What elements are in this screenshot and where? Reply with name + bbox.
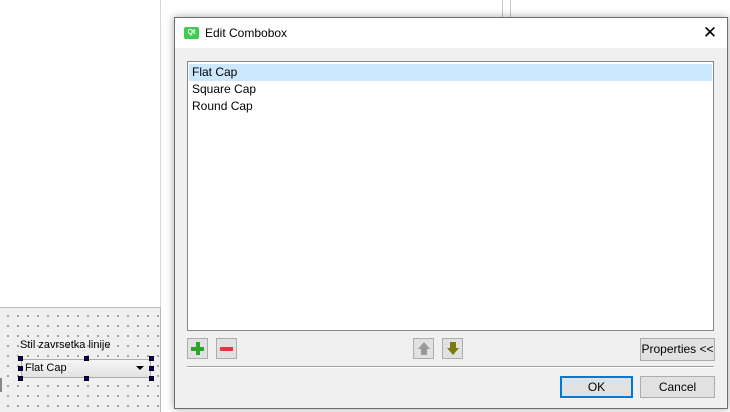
ok-button[interactable]: OK <box>560 376 633 398</box>
resize-handle[interactable] <box>18 376 23 381</box>
items-list[interactable]: Flat Cap Square Cap Round Cap <box>187 61 714 331</box>
resize-handle[interactable] <box>149 366 154 371</box>
remove-item-button[interactable] <box>216 338 237 359</box>
dialog-title: Edit Combobox <box>205 26 288 40</box>
designer-guide-line <box>160 0 161 307</box>
list-item[interactable]: Square Cap <box>189 81 712 98</box>
designer-form-canvas[interactable]: Stil zavrsetka linije Flat Cap <box>0 307 161 412</box>
move-up-icon <box>418 342 430 349</box>
list-item[interactable]: Round Cap <box>189 98 712 115</box>
designer-splitter <box>510 0 511 17</box>
designer-splitter <box>502 0 503 17</box>
edit-combobox-dialog: Qt Edit Combobox ✕ Flat Cap Square Cap R… <box>174 17 728 409</box>
move-down-button[interactable] <box>442 338 463 359</box>
remove-icon <box>220 347 233 351</box>
close-icon[interactable]: ✕ <box>693 18 727 48</box>
dropdown-arrow-icon <box>136 366 144 370</box>
dialog-separator <box>187 366 714 368</box>
list-item[interactable]: Flat Cap <box>189 64 712 81</box>
dialog-titlebar[interactable]: Qt Edit Combobox ✕ <box>175 18 727 48</box>
move-up-icon-stem <box>421 349 427 355</box>
properties-toggle-button[interactable]: Properties << <box>640 338 715 361</box>
qt-app-icon: Qt <box>184 27 199 39</box>
move-up-button[interactable] <box>413 338 434 359</box>
add-icon-stem <box>196 342 200 355</box>
resize-handle[interactable] <box>18 366 23 371</box>
form-label: Stil zavrsetka linije <box>20 339 111 351</box>
combobox-preview-value: Flat Cap <box>25 362 67 374</box>
resize-handle[interactable] <box>84 356 89 361</box>
resize-handle[interactable] <box>18 356 23 361</box>
designer-edge <box>0 378 2 392</box>
move-down-icon <box>447 348 459 355</box>
add-item-button[interactable] <box>187 338 208 359</box>
resize-handle[interactable] <box>149 356 154 361</box>
resize-handle[interactable] <box>149 376 154 381</box>
resize-handle[interactable] <box>84 376 89 381</box>
cancel-button[interactable]: Cancel <box>640 376 715 398</box>
